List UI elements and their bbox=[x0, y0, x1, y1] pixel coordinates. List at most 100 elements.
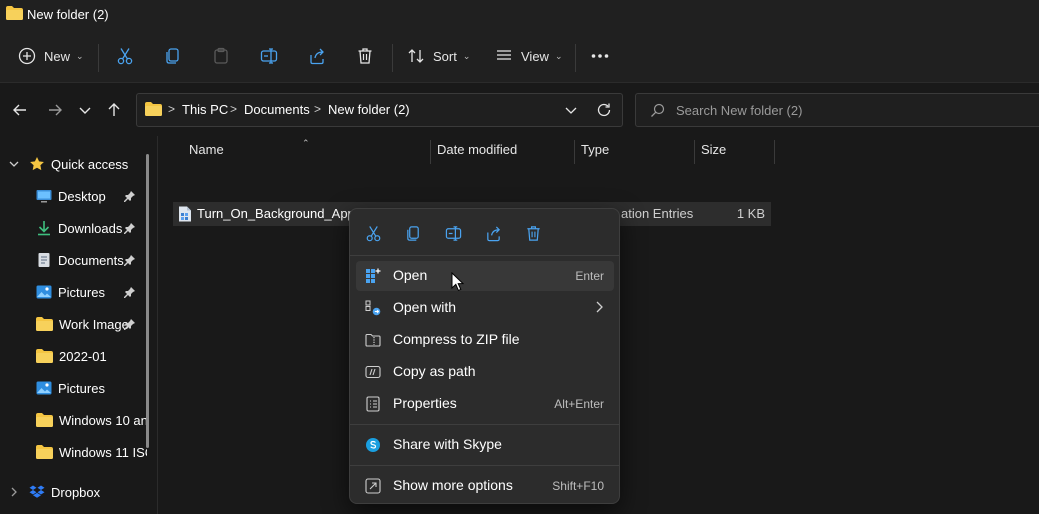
menu-item-properties[interactable]: Properties Alt+Enter bbox=[356, 389, 614, 419]
sidebar-item-label: Pictures bbox=[58, 284, 105, 300]
sidebar-item-label: Windows 11 ISC bbox=[59, 444, 147, 460]
copy-button[interactable] bbox=[164, 40, 182, 72]
share-icon bbox=[308, 47, 326, 65]
sidebar-item-label: Quick access bbox=[51, 156, 129, 172]
copy-path-icon bbox=[365, 364, 381, 380]
pin-icon[interactable] bbox=[124, 254, 136, 266]
sidebar-item-windows-10[interactable]: Windows 10 an bbox=[0, 405, 150, 435]
properties-icon bbox=[365, 396, 381, 412]
paste-icon bbox=[212, 47, 230, 65]
share-button[interactable] bbox=[481, 221, 505, 245]
view-button[interactable]: View ⌄ bbox=[495, 40, 563, 72]
share-icon bbox=[485, 225, 502, 242]
sidebar-item-2022-01[interactable]: 2022-01 bbox=[0, 341, 150, 371]
menu-item-compress-zip[interactable]: Compress to ZIP file bbox=[356, 325, 614, 355]
cut-button[interactable] bbox=[361, 221, 385, 245]
navigation-row: > This PC > Documents > New folder (2) S… bbox=[0, 84, 1039, 136]
forward-button[interactable] bbox=[45, 100, 65, 120]
sidebar-item-pictures-2[interactable]: Pictures bbox=[0, 373, 150, 403]
menu-item-open[interactable]: Open Enter bbox=[356, 261, 614, 291]
pin-icon[interactable] bbox=[124, 190, 136, 202]
pin-icon[interactable] bbox=[124, 286, 136, 298]
breadcrumb-separator: > bbox=[314, 102, 322, 116]
sidebar-item-pictures[interactable]: Pictures bbox=[0, 277, 150, 307]
breadcrumb-separator: > bbox=[168, 102, 176, 116]
folder-icon bbox=[36, 317, 53, 331]
folder-icon bbox=[36, 413, 53, 427]
more-options-button[interactable] bbox=[591, 40, 609, 72]
column-header-name[interactable]: Name bbox=[189, 142, 224, 157]
refresh-icon[interactable] bbox=[596, 102, 612, 118]
menu-item-open-with[interactable]: Open with bbox=[356, 293, 614, 323]
chevron-down-icon: ⌄ bbox=[76, 50, 84, 61]
recent-locations-button[interactable] bbox=[75, 100, 95, 120]
menu-item-label: Copy as path bbox=[393, 363, 476, 379]
menu-item-label: Share with Skype bbox=[393, 436, 502, 452]
delete-button[interactable] bbox=[521, 221, 545, 245]
up-button[interactable] bbox=[104, 100, 124, 120]
folder-icon bbox=[36, 349, 53, 363]
sidebar-item-work-image[interactable]: Work Image bbox=[0, 309, 150, 339]
chevron-right-icon bbox=[594, 300, 604, 314]
open-with-icon bbox=[365, 300, 381, 316]
plus-circle-icon bbox=[18, 47, 36, 65]
sidebar-item-label: Windows 10 an bbox=[59, 412, 147, 428]
arrow-right-icon bbox=[47, 102, 63, 118]
breadcrumb-this-pc[interactable]: This PC bbox=[182, 102, 228, 117]
dropbox-icon bbox=[29, 484, 45, 500]
sidebar-item-label: Pictures bbox=[58, 380, 105, 396]
breadcrumb-new-folder[interactable]: New folder (2) bbox=[328, 102, 410, 117]
sidebar-item-downloads[interactable]: Downloads bbox=[0, 213, 150, 243]
sidebar-item-quick-access[interactable]: Quick access bbox=[0, 149, 150, 179]
sidebar-item-label: Downloads bbox=[58, 220, 123, 236]
column-header-date[interactable]: Date modified bbox=[437, 142, 517, 157]
search-box[interactable]: Search New folder (2) bbox=[635, 93, 1039, 127]
desktop-icon bbox=[36, 188, 52, 204]
sidebar-item-label: Work Image bbox=[59, 316, 129, 332]
address-bar[interactable]: > This PC > Documents > New folder (2) bbox=[136, 93, 623, 127]
address-dropdown-icon[interactable] bbox=[565, 104, 577, 116]
paste-button[interactable] bbox=[212, 40, 230, 72]
delete-button[interactable] bbox=[356, 40, 374, 72]
sidebar-item-label: 2022-01 bbox=[59, 348, 107, 364]
menu-item-share-skype[interactable]: Share with Skype bbox=[356, 430, 614, 460]
sort-ascending-icon: ⌃ bbox=[302, 138, 310, 148]
column-header-type[interactable]: Type bbox=[581, 142, 609, 157]
arrow-up-icon bbox=[106, 102, 122, 118]
copy-icon bbox=[164, 47, 182, 65]
rename-button[interactable] bbox=[260, 40, 278, 72]
sort-label: Sort bbox=[433, 48, 457, 64]
column-header-size[interactable]: Size bbox=[701, 142, 726, 157]
registry-file-icon bbox=[178, 206, 192, 222]
pin-icon[interactable] bbox=[124, 318, 136, 330]
search-input[interactable]: Search New folder (2) bbox=[676, 103, 802, 118]
trash-icon bbox=[525, 225, 542, 242]
sidebar-item-desktop[interactable]: Desktop bbox=[0, 181, 150, 211]
menu-item-show-more-options[interactable]: Show more options Shift+F10 bbox=[356, 471, 614, 501]
cut-button[interactable] bbox=[116, 40, 134, 72]
breadcrumb-documents[interactable]: Documents bbox=[244, 102, 310, 117]
menu-item-label: Open bbox=[393, 267, 428, 283]
new-button[interactable]: New ⌄ bbox=[18, 40, 84, 72]
share-button[interactable] bbox=[308, 40, 326, 72]
menu-item-shortcut: Alt+Enter bbox=[554, 397, 604, 411]
file-size: 1 KB bbox=[736, 206, 765, 221]
back-button[interactable] bbox=[10, 100, 30, 120]
download-icon bbox=[36, 220, 52, 236]
chevron-right-icon[interactable] bbox=[9, 487, 19, 497]
sort-button[interactable]: Sort ⌄ bbox=[407, 40, 470, 72]
pin-icon[interactable] bbox=[124, 222, 136, 234]
rename-icon bbox=[445, 225, 462, 242]
copy-icon bbox=[405, 225, 422, 242]
copy-button[interactable] bbox=[401, 221, 425, 245]
mouse-cursor-icon bbox=[451, 272, 465, 292]
sidebar-item-documents[interactable]: Documents bbox=[0, 245, 150, 275]
sidebar-scrollbar[interactable] bbox=[146, 154, 149, 448]
chevron-down-icon: ⌄ bbox=[462, 50, 471, 61]
sidebar-item-dropbox[interactable]: Dropbox bbox=[0, 477, 150, 507]
menu-item-copy-as-path[interactable]: Copy as path bbox=[356, 357, 614, 387]
rename-icon bbox=[260, 47, 278, 65]
rename-button[interactable] bbox=[441, 221, 465, 245]
sidebar-item-windows-11[interactable]: Windows 11 ISC bbox=[0, 437, 150, 467]
chevron-down-icon[interactable] bbox=[9, 159, 19, 169]
